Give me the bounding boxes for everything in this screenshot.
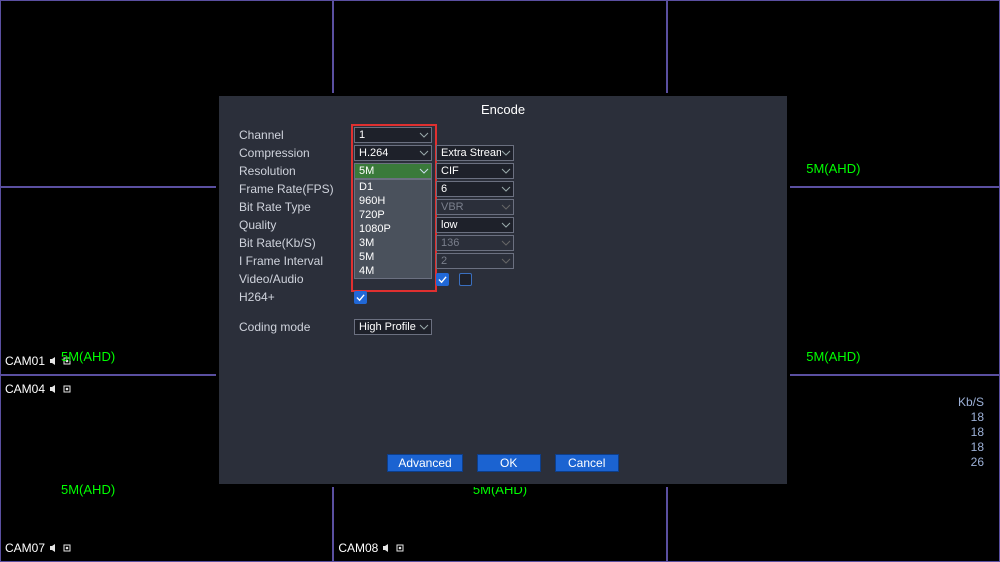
- channel-select[interactable]: 1: [354, 127, 432, 143]
- dialog-title: Encode: [219, 96, 787, 127]
- quality-select-extra[interactable]: low: [436, 217, 514, 233]
- ok-button[interactable]: OK: [477, 454, 541, 472]
- advanced-button[interactable]: Advanced: [387, 454, 462, 472]
- audio-icon: [49, 543, 59, 553]
- label-video-audio: Video/Audio: [239, 272, 354, 286]
- encode-form: Channel 1 Compression H.264 Extra Stream: [239, 126, 767, 336]
- brtype-select-extra[interactable]: VBR: [436, 199, 514, 215]
- bitrate-stats: Kb/S 18 18 18 26: [958, 395, 984, 470]
- encode-dialog: Encode Channel 1 Compression H.264: [218, 95, 788, 485]
- coding-mode-select[interactable]: High Profile: [354, 319, 432, 335]
- camera-icon: [63, 543, 73, 553]
- chevron-down-icon: [501, 238, 511, 248]
- label-coding-mode: Coding mode: [239, 320, 354, 334]
- va-extra-audio-checkbox[interactable]: [459, 273, 472, 286]
- chevron-down-icon: [501, 148, 511, 158]
- cam-name: CAM01: [5, 354, 45, 368]
- extra-stream-select[interactable]: Extra Stream: [436, 145, 514, 161]
- stats-row: 18: [958, 440, 984, 455]
- resolution-option[interactable]: 960H: [355, 194, 431, 208]
- resolution-label: 5M(AHD): [61, 349, 115, 364]
- cam-name: CAM04: [5, 382, 45, 396]
- label-resolution: Resolution: [239, 164, 354, 178]
- resolution-label: 5M(AHD): [61, 482, 115, 497]
- camera-icon: [63, 384, 73, 394]
- label-bitrate: Bit Rate(Kb/S): [239, 236, 354, 250]
- audio-icon: [49, 384, 59, 394]
- chevron-down-icon: [419, 130, 429, 140]
- bitrate-select-extra[interactable]: 136: [436, 235, 514, 251]
- va-extra-video-checkbox[interactable]: [436, 273, 449, 286]
- resolution-dropdown-list: D1 960H 720P 1080P 3M 5M 4M: [354, 179, 432, 279]
- chevron-down-icon: [501, 184, 511, 194]
- label-iframe: I Frame Interval: [239, 254, 354, 268]
- label-brtype: Bit Rate Type: [239, 200, 354, 214]
- resolution-label: 5M(AHD): [806, 349, 860, 364]
- cam-name: CAM08: [338, 541, 378, 555]
- resolution-select-extra[interactable]: CIF: [436, 163, 514, 179]
- audio-icon: [382, 543, 392, 553]
- h264plus-checkbox[interactable]: [354, 291, 367, 304]
- resolution-select-main[interactable]: 5M: [354, 163, 432, 179]
- resolution-option[interactable]: 5M: [355, 250, 431, 264]
- label-compression: Compression: [239, 146, 354, 160]
- resolution-option[interactable]: 4M: [355, 264, 431, 278]
- stats-header: Kb/S: [958, 395, 984, 410]
- chevron-down-icon: [501, 256, 511, 266]
- cam-name: CAM07: [5, 541, 45, 555]
- stats-row: 26: [958, 455, 984, 470]
- resolution-option[interactable]: D1: [355, 180, 431, 194]
- cancel-button[interactable]: Cancel: [555, 454, 619, 472]
- chevron-down-icon: [501, 220, 511, 230]
- resolution-option[interactable]: 1080P: [355, 222, 431, 236]
- fps-select-extra[interactable]: 6: [436, 181, 514, 197]
- resolution-option[interactable]: 720P: [355, 208, 431, 222]
- stats-row: 18: [958, 425, 984, 440]
- label-quality: Quality: [239, 218, 354, 232]
- camera-icon: [396, 543, 406, 553]
- stats-row: 18: [958, 410, 984, 425]
- chevron-down-icon: [501, 202, 511, 212]
- label-fps: Frame Rate(FPS): [239, 182, 354, 196]
- chevron-down-icon: [419, 166, 429, 176]
- dialog-buttons: Advanced OK Cancel: [219, 454, 787, 472]
- chevron-down-icon: [419, 322, 429, 332]
- chevron-down-icon: [419, 148, 429, 158]
- resolution-option[interactable]: 3M: [355, 236, 431, 250]
- compression-select[interactable]: H.264: [354, 145, 432, 161]
- chevron-down-icon: [501, 166, 511, 176]
- audio-icon: [49, 356, 59, 366]
- label-channel: Channel: [239, 128, 354, 142]
- label-h264plus: H264+: [239, 290, 354, 304]
- iframe-select-extra[interactable]: 2: [436, 253, 514, 269]
- resolution-label: 5M(AHD): [806, 161, 860, 176]
